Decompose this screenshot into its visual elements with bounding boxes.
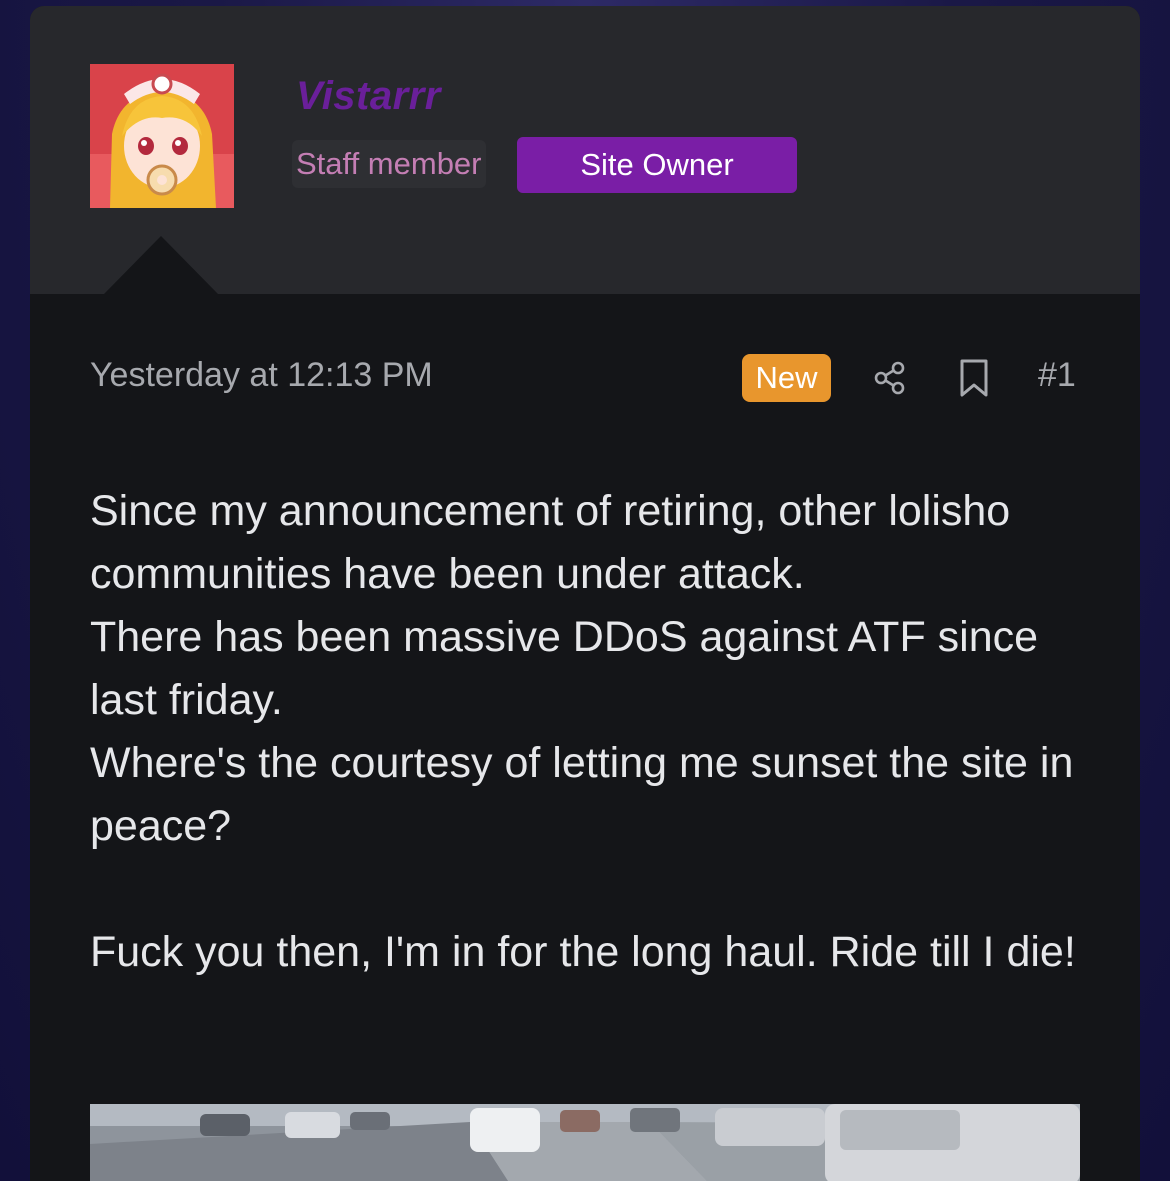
embedded-highway-image[interactable] [90, 1104, 1080, 1181]
message-paragraph: Fuck you then, I'm in for the long haul.… [90, 928, 1076, 976]
message-paragraph: There has been massive DDoS against ATF … [90, 613, 1039, 724]
message-pointer-arrow [104, 236, 218, 294]
forum-post: Vistarrr Staff member Site Owner Yesterd… [30, 6, 1140, 1181]
page: Vistarrr Staff member Site Owner Yesterd… [0, 0, 1170, 1181]
post-user-header: Vistarrr Staff member Site Owner [30, 6, 1140, 294]
post-message-body: Since my announcement of retiring, other… [90, 480, 1100, 984]
staff-member-badge: Staff member [292, 140, 486, 188]
site-owner-badge: Site Owner [517, 137, 797, 193]
post-number-link[interactable]: #1 [1038, 356, 1076, 395]
message-paragraph: Where's the courtesy of letting me sunse… [90, 739, 1074, 850]
username[interactable]: Vistarrr [296, 74, 441, 119]
post-meta-bar: Yesterday at 12:13 PM New #1 [30, 346, 1140, 406]
post-timestamp[interactable]: Yesterday at 12:13 PM [90, 356, 433, 395]
avatar[interactable] [90, 64, 234, 208]
new-badge: New [742, 354, 831, 402]
bookmark-icon[interactable] [958, 358, 990, 398]
share-icon[interactable] [872, 360, 908, 396]
message-paragraph: Since my announcement of retiring, other… [90, 487, 1011, 598]
